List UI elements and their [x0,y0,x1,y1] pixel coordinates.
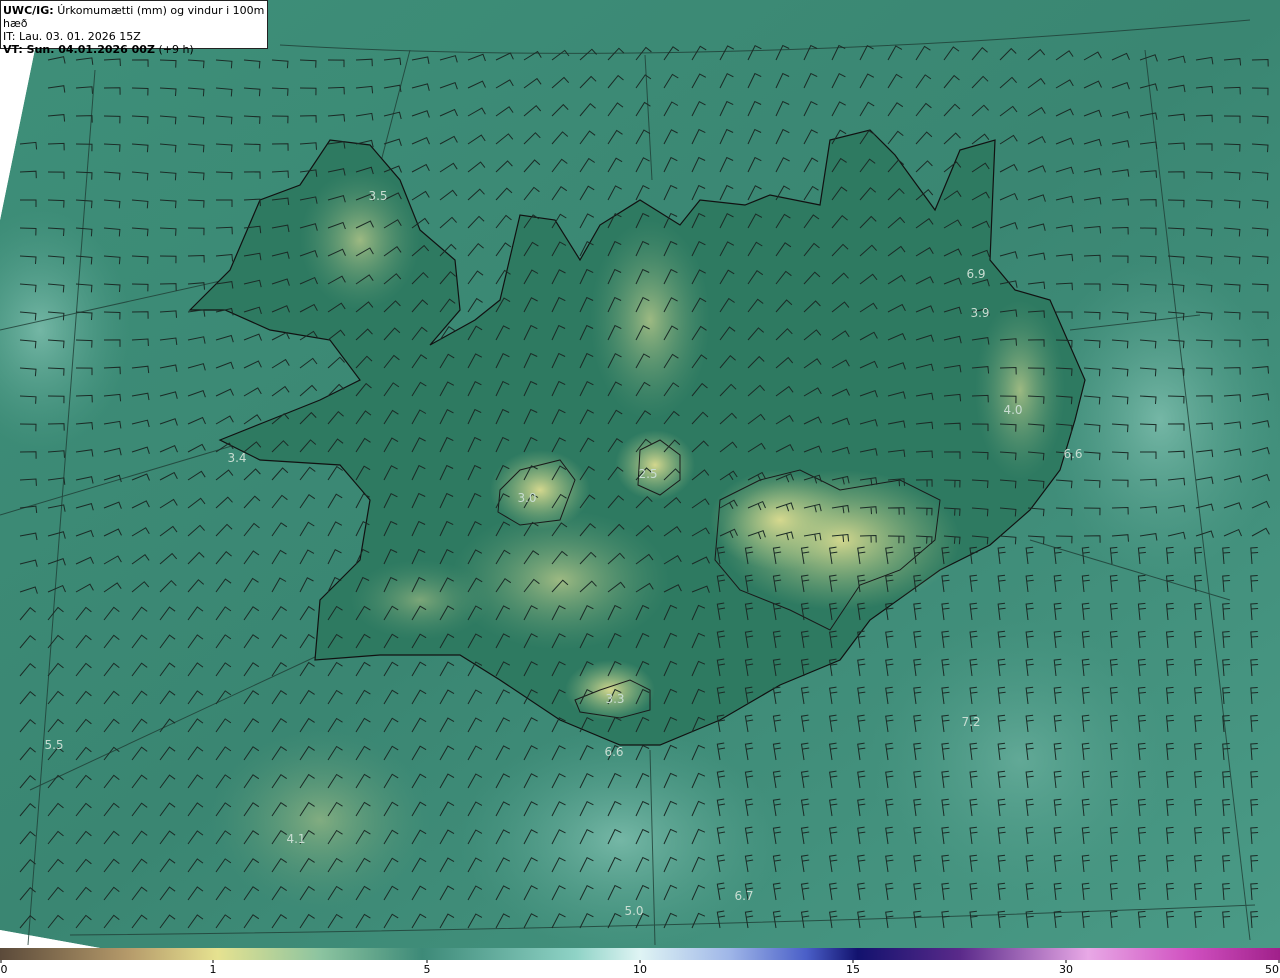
point-value: 6.6 [1063,447,1082,461]
colorbar-tick-label: 5 [423,963,431,976]
point-value: 5.0 [624,904,643,918]
lead-time: (+9 h) [158,43,194,56]
map-info-box: UWC/IG: Úrkomumætti (mm) og vindur i 100… [0,0,268,56]
point-value: 6.9 [966,267,985,281]
title-line: UWC/IG: Úrkomumætti (mm) og vindur i 100… [3,4,267,30]
point-value: 6.7 [734,889,753,903]
colorbar-tick-label: 10 [633,963,647,976]
colorbar-tick-label: 15 [846,963,860,976]
point-value: 5.5 [44,738,63,752]
point-value: 3.3 [605,692,624,706]
point-value: 7.2 [961,715,980,729]
point-value: 6.6 [604,745,623,759]
colorbar-tick-label: 1 [209,963,217,976]
weather-map: 3.5 6.9 3.9 4.0 6.6 3.4 3.0 2.5 3.3 6.6 … [0,0,1280,948]
colorbar-tick-label: 30 [1059,963,1073,976]
colorbar-tick-label: 0 [0,963,8,976]
point-value: 3.0 [517,491,536,505]
colorbar [0,948,1280,960]
point-value: 3.4 [227,451,246,465]
colorbar-tick-label: 50 [1265,963,1279,976]
init-time: IT: Lau. 03. 01. 2026 15Z [3,30,141,43]
model-label: UWC/IG: [3,4,54,17]
point-value: 4.0 [1003,403,1022,417]
valid-time-line: VT: Sun. 04.01.2026 00Z (+9 h) [3,43,267,56]
point-value: 3.9 [970,306,989,320]
point-value: 4.1 [286,832,305,846]
point-value: 3.5 [368,189,387,203]
point-value: 2.5 [638,467,657,481]
valid-time: VT: Sun. 04.01.2026 00Z [3,43,155,56]
